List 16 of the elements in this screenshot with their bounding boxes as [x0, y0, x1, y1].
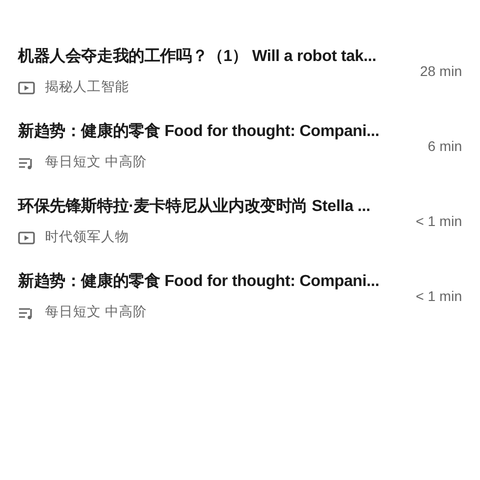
playlist-icon [18, 306, 35, 320]
lesson-title[interactable]: 新趋势：健康的零食 Food for thought: Compani... [18, 120, 380, 144]
duration-label: 28 min [420, 62, 462, 81]
duration-label: 6 min [428, 137, 462, 156]
duration-label: < 1 min [416, 212, 462, 231]
course-name: 每日短文 中高阶 [45, 153, 147, 172]
video-icon [18, 230, 35, 244]
course-name: 每日短文 中高阶 [45, 303, 147, 322]
lesson-title[interactable]: 环保先锋斯特拉·麦卡特尼从业内改变时尚 Stella ... [18, 195, 370, 220]
duration-label: < 1 min [416, 287, 462, 306]
video-icon [18, 80, 35, 94]
lesson-title[interactable]: 新趋势：健康的零食 Food for thought: Compani... [18, 270, 380, 294]
course-name: 揭秘人工智能 [45, 78, 129, 96]
playlist-icon [18, 156, 35, 170]
course-name: 时代领军人物 [45, 228, 129, 246]
lesson-title[interactable]: 机器人会夺走我的工作吗？（1） Will a robot tak... [18, 45, 376, 70]
